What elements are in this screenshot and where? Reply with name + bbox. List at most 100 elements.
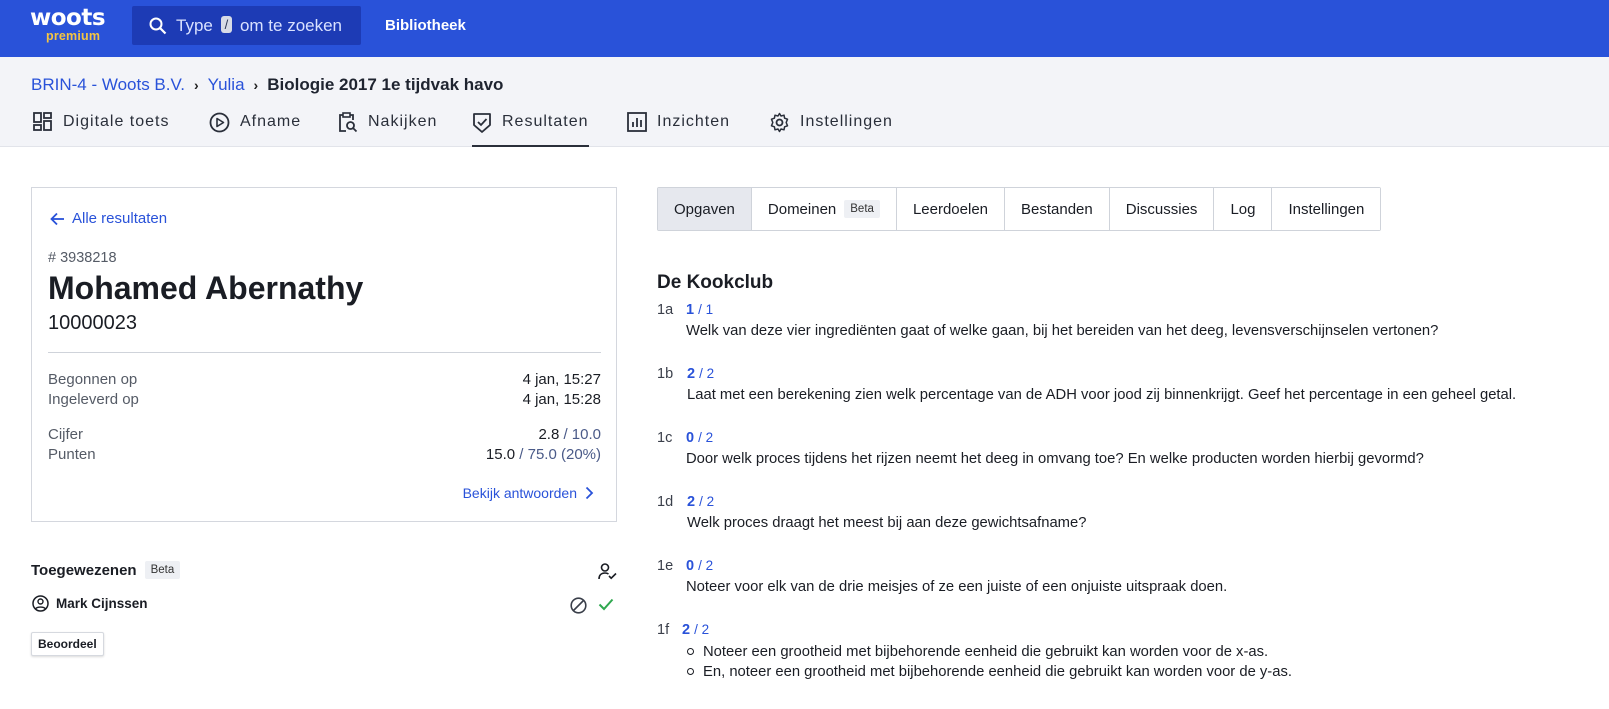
check-icon[interactable] bbox=[598, 598, 614, 611]
question-text: Welk van deze vier ingrediënten gaat of … bbox=[686, 323, 1439, 339]
assigned-title: Toegewezenen bbox=[31, 561, 137, 579]
tab-label: Leerdoelen bbox=[912, 200, 989, 218]
view-answers-link[interactable]: Bekijk antwoorden bbox=[463, 485, 594, 501]
question-score: 0 / 2 bbox=[686, 558, 714, 574]
student-name: Mohamed Abernathy bbox=[48, 270, 364, 306]
result-card: Alle resultaten # 3938218 Mohamed Aberna… bbox=[31, 187, 617, 522]
tab-label: Opgaven bbox=[674, 200, 735, 218]
question-score: 0 / 2 bbox=[686, 430, 714, 446]
result-number: # 3938218 bbox=[48, 250, 117, 266]
list-item: Noteer een grootheid met bijbehorende ee… bbox=[687, 642, 1292, 662]
question-score: 2 / 2 bbox=[682, 622, 710, 638]
tab-label: Bestanden bbox=[1021, 200, 1093, 218]
question-text: Door welk proces tijdens het rijzen neem… bbox=[686, 451, 1424, 467]
tab-label: Log bbox=[1230, 200, 1256, 218]
tab-discussies[interactable]: Discussies bbox=[1109, 188, 1215, 230]
question-number: 1e bbox=[657, 558, 674, 574]
tab-bestanden[interactable]: Bestanden bbox=[1005, 188, 1110, 230]
divider bbox=[48, 352, 601, 353]
clipboard-search-icon bbox=[339, 112, 358, 133]
search-shortcut-key: / bbox=[220, 16, 233, 33]
chevron-right-icon: › bbox=[253, 77, 259, 93]
breadcrumb-item-user[interactable]: Yulia bbox=[208, 75, 245, 94]
play-circle-icon bbox=[209, 112, 230, 133]
tab-inzichten[interactable]: Inzichten bbox=[627, 112, 731, 147]
assignee-name: Mark Cijnssen bbox=[56, 596, 148, 611]
library-link[interactable]: Bibliotheek bbox=[385, 17, 466, 34]
question-text: Welk proces draagt het meest bij aan dez… bbox=[687, 515, 1087, 531]
section-title: De Kookclub bbox=[657, 272, 774, 293]
logo-text: woots bbox=[30, 5, 106, 31]
tab-resultaten[interactable]: Resultaten bbox=[472, 113, 589, 147]
user-circle-icon bbox=[32, 595, 49, 612]
question-number: 1f bbox=[657, 622, 670, 638]
tab-domeinen[interactable]: Domeinen Beta bbox=[751, 188, 897, 230]
tab-afname[interactable]: Afname bbox=[209, 112, 302, 147]
question-score: 2 / 2 bbox=[687, 366, 715, 382]
logo-subtext: premium bbox=[46, 29, 101, 43]
top-bar: woots premium Type / om te zoeken Biblio… bbox=[0, 0, 1609, 57]
grade-label: Cijfer bbox=[48, 426, 84, 443]
tab-label: Afname bbox=[240, 113, 302, 130]
started-label: Begonnen op bbox=[48, 371, 138, 388]
question-text: Laat met een berekening zien welk percen… bbox=[687, 387, 1517, 403]
block-icon[interactable] bbox=[570, 597, 587, 614]
question-score: 1 / 1 bbox=[686, 302, 714, 318]
result-tabs: Opgaven Domeinen Beta Leerdoelen Bestande… bbox=[657, 187, 1382, 231]
page-header: BRIN-4 - Woots B.V. › Yulia › Biologie 2017 … bbox=[0, 57, 1609, 147]
tab-label: Domeinen bbox=[767, 200, 837, 218]
tab-instellingen-result[interactable]: Instellingen bbox=[1272, 188, 1381, 230]
breadcrumb-current: Biologie 2017 1e tijdvak havo bbox=[267, 75, 504, 94]
question-number: 1a bbox=[657, 302, 674, 318]
question-number: 1c bbox=[657, 430, 673, 446]
question-text: Noteer voor elk van de drie meisjes of z… bbox=[686, 579, 1228, 595]
tab-label: Digitale toets bbox=[63, 113, 170, 130]
student-id: 10000023 bbox=[48, 312, 137, 334]
assignee-item: Mark Cijnssen bbox=[32, 595, 148, 612]
tab-label: Instellingen bbox=[1288, 200, 1365, 218]
points-value: 15.0 / 75.0 (20%) bbox=[485, 446, 601, 463]
grade-button[interactable]: Beoordeel bbox=[31, 632, 104, 656]
tab-label: Nakijken bbox=[368, 113, 438, 130]
tab-label: Discussies bbox=[1125, 200, 1198, 218]
beta-badge: Beta bbox=[144, 561, 181, 579]
started-value: 4 jan, 15:27 bbox=[522, 371, 601, 388]
search-input[interactable]: Type / om te zoeken bbox=[132, 6, 361, 45]
submitted-row: Ingeleverd op 4 jan, 15:28 bbox=[48, 391, 601, 408]
grade-row: Cijfer 2.8 / 10.0 bbox=[48, 426, 601, 443]
woots-logo[interactable]: woots premium bbox=[30, 6, 110, 46]
question-bullets: Noteer een grootheid met bijbehorende ee… bbox=[687, 642, 1292, 682]
arrow-left-icon bbox=[50, 212, 64, 225]
tab-instellingen[interactable]: Instellingen bbox=[769, 112, 893, 147]
breadcrumb-item-organization[interactable]: BRIN-4 - Woots B.V. bbox=[31, 75, 185, 94]
question-number: 1d bbox=[657, 494, 674, 510]
tab-leerdoelen[interactable]: Leerdoelen bbox=[896, 188, 1006, 230]
list-item: En, noteer een grootheid met bijbehorend… bbox=[687, 662, 1292, 682]
beta-badge: Beta bbox=[844, 200, 880, 218]
chevron-right-icon: › bbox=[194, 77, 199, 93]
tab-log[interactable]: Log bbox=[1214, 188, 1273, 230]
breadcrumb: BRIN-4 - Woots B.V. › Yulia › Biologie 2017 … bbox=[31, 75, 503, 95]
question-score: 2 / 2 bbox=[687, 494, 715, 510]
started-row: Begonnen op 4 jan, 15:27 bbox=[48, 371, 601, 388]
tab-opgaven[interactable]: Opgaven bbox=[658, 188, 752, 230]
chevron-right-icon bbox=[585, 486, 594, 500]
assigned-heading: Toegewezenen Beta bbox=[31, 561, 181, 579]
gear-icon bbox=[770, 112, 789, 133]
tab-label: Inzichten bbox=[657, 113, 731, 130]
tab-label: Resultaten bbox=[502, 113, 589, 130]
question-number: 1b bbox=[657, 366, 674, 382]
search-placeholder: Type / om te zoeken bbox=[176, 16, 343, 35]
back-link-label: Alle resultaten bbox=[72, 210, 168, 227]
back-to-results-link[interactable]: Alle resultaten bbox=[50, 210, 167, 227]
grade-value: 2.8 / 10.0 bbox=[538, 426, 601, 443]
view-answers-label: Bekijk antwoorden bbox=[462, 485, 577, 501]
search-icon bbox=[149, 17, 167, 35]
assign-user-icon[interactable] bbox=[598, 563, 617, 580]
points-row: Punten 15.0 / 75.0 (20%) bbox=[48, 446, 601, 463]
tab-nakijken[interactable]: Nakijken bbox=[337, 112, 438, 147]
submitted-label: Ingeleverd op bbox=[48, 391, 139, 408]
dashboard-icon bbox=[33, 112, 52, 131]
tab-digitale-toets[interactable]: Digitale toets bbox=[33, 112, 170, 147]
bar-chart-icon bbox=[627, 112, 647, 132]
